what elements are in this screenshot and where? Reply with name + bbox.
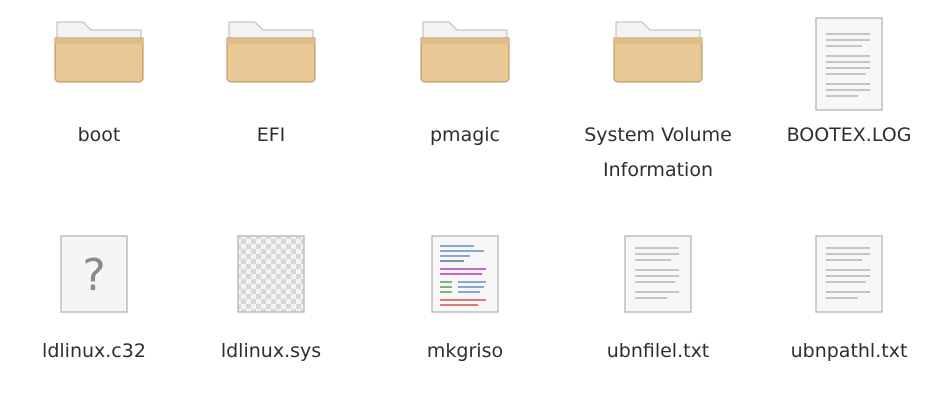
file-item-pmagic[interactable]: pmagic (380, 0, 550, 200)
file-label: ubnfilel.txt (606, 340, 710, 362)
svg-text:?: ? (82, 250, 105, 301)
file-label: BOOTEX.LOG (786, 124, 912, 146)
file-item-mkgriso[interactable]: mkgriso (380, 220, 550, 420)
script-file-icon (431, 235, 499, 313)
file-item-efi[interactable]: EFI (186, 0, 356, 200)
file-item-ubnfilel-txt[interactable]: ubnfilel.txt (573, 220, 743, 420)
file-label: ubnpathl.txt (790, 340, 908, 362)
file-grid: boot EFI pmagic System Volume Informatio… (0, 0, 934, 391)
file-item-ldlinux-c32[interactable]: ? ldlinux.c32 (9, 220, 179, 420)
file-item-ldlinux-sys[interactable]: ldlinux.sys (186, 220, 356, 420)
file-item-boot[interactable]: boot (14, 0, 184, 200)
file-label: mkgriso (426, 340, 504, 362)
file-label: ldlinux.c32 (42, 340, 146, 362)
file-label: ldlinux.sys (220, 340, 322, 362)
transparent-file-icon (237, 235, 305, 313)
file-label: System Volume Information (584, 124, 732, 181)
folder-icon (54, 21, 144, 83)
text-document-icon (815, 235, 883, 313)
file-item-ubnpathl-txt[interactable]: ubnpathl.txt (764, 220, 934, 420)
folder-icon (613, 21, 703, 83)
file-label: EFI (256, 124, 286, 146)
text-document-icon (815, 17, 883, 111)
folder-icon (420, 21, 510, 83)
file-item-bootex-log[interactable]: BOOTEX.LOG (764, 0, 934, 200)
folder-icon (226, 21, 316, 83)
text-document-icon (624, 235, 692, 313)
file-item-system-volume-information[interactable]: System Volume Information (573, 0, 743, 200)
file-label: pmagic (430, 124, 500, 146)
unknown-file-icon: ? (60, 235, 128, 313)
file-label: boot (77, 124, 121, 146)
